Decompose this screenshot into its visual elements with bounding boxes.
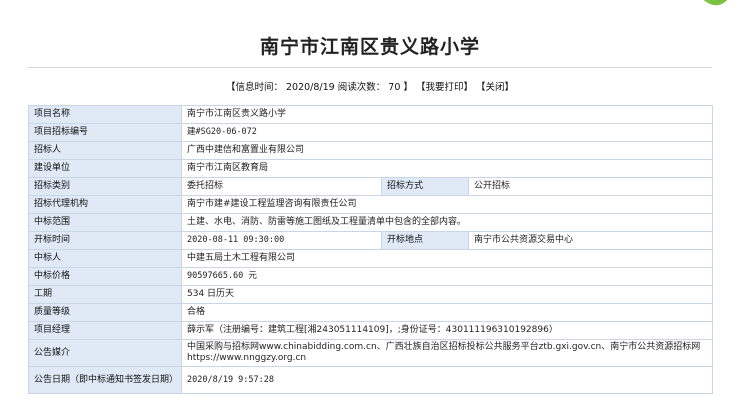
table-row: 招标类别 委托招标 招标方式 公开招标 xyxy=(28,177,713,196)
media-value: 中国采购与招标网www.chinabidding.com.cn、广西壮族自治区招… xyxy=(181,339,713,367)
construction-unit-value: 南宁市江南区教育局 xyxy=(181,159,713,178)
table-row: 公告日期（即中标通知书签发日期） 2020/8/19 9:57:28 xyxy=(28,366,713,394)
info-time-value: 2020/8/19 xyxy=(286,82,335,93)
tender-method-value: 公开招标 xyxy=(468,177,713,196)
table-row: 中标范围 土建、水电、消防、防雷等施工图纸及工程量清单中包含的全部内容。 xyxy=(28,213,713,232)
close-link[interactable]: 【关闭】 xyxy=(476,82,514,93)
project-code-label: 项目招标编号 xyxy=(28,123,182,142)
price-value: 90597665.60 元 xyxy=(181,267,713,286)
quality-label: 质量等级 xyxy=(28,303,182,322)
agency-value: 南宁市建#建设工程监理咨询有限责任公司 xyxy=(181,195,713,214)
title-divider xyxy=(28,67,712,68)
scope-value: 土建、水电、消防、防雷等施工图纸及工程量清单中包含的全部内容。 xyxy=(181,213,713,232)
tenderer-label: 招标人 xyxy=(28,141,182,160)
open-location-label: 开标地点 xyxy=(381,231,469,250)
info-time-label: 【信息时间： xyxy=(225,82,283,93)
winner-value: 中建五局土木工程有限公司 xyxy=(181,249,713,268)
open-location-value: 南宁市公共资源交易中心 xyxy=(468,231,713,250)
duration-value: 534 日历天 xyxy=(181,285,713,304)
meta-close-bracket: 】 xyxy=(403,82,413,93)
price-label: 中标价格 xyxy=(28,267,182,286)
info-meta-bar: 【信息时间： 2020/8/19 阅读次数： 70 】 【我要打印】 【关闭】 xyxy=(0,79,740,93)
table-row: 中标价格 90597665.60 元 xyxy=(28,267,713,286)
page-title: 南宁市江南区贵义路小学 xyxy=(259,36,480,58)
quality-value: 合格 xyxy=(181,303,713,322)
tender-type-value: 委托招标 xyxy=(181,177,382,196)
table-row: 公告媒介 中国采购与招标网www.chinabidding.com.cn、广西壮… xyxy=(28,339,713,367)
read-count-value: 70 xyxy=(388,82,401,93)
print-link[interactable]: 【我要打印】 xyxy=(416,82,473,93)
table-row: 项目经理 薛示军（注册编号：建筑工程[湘243051114109]，;身份证号：… xyxy=(28,321,713,340)
open-time-label: 开标时间 xyxy=(28,231,182,250)
duration-label: 工期 xyxy=(28,285,182,304)
winner-label: 中标人 xyxy=(28,249,182,268)
table-row: 工期 534 日历天 xyxy=(28,285,713,304)
scope-label: 中标范围 xyxy=(28,213,182,232)
project-name-value: 南宁市江南区贵义路小学 xyxy=(181,105,713,124)
table-row: 招标人 广西中建信和富置业有限公司 xyxy=(28,141,713,160)
table-row: 项目招标编号 建#SG20-06-072 xyxy=(28,123,713,142)
announce-date-value: 2020/8/19 9:57:28 xyxy=(181,366,713,394)
table-row: 开标时间 2020-08-11 09:30:00 开标地点 南宁市公共资源交易中… xyxy=(28,231,713,250)
open-time-value: 2020-08-11 09:30:00 xyxy=(181,231,382,250)
table-row: 质量等级 合格 xyxy=(28,303,713,322)
media-label: 公告媒介 xyxy=(28,339,182,367)
table-row: 招标代理机构 南宁市建#建设工程监理咨询有限责任公司 xyxy=(28,195,713,214)
project-code-value: 建#SG20-06-072 xyxy=(181,123,713,142)
read-count-label: 阅读次数： xyxy=(337,82,386,93)
tender-method-label: 招标方式 xyxy=(381,177,469,196)
announce-date-label: 公告日期（即中标通知书签发日期） xyxy=(28,366,182,394)
tenderer-value: 广西中建信和富置业有限公司 xyxy=(181,141,713,160)
table-row: 中标人 中建五局土木工程有限公司 xyxy=(28,249,713,268)
tender-type-label: 招标类别 xyxy=(28,177,182,196)
agency-label: 招标代理机构 xyxy=(28,195,182,214)
construction-unit-label: 建设单位 xyxy=(28,159,182,178)
manager-label: 项目经理 xyxy=(28,321,182,340)
leaf-icon xyxy=(703,0,728,5)
table-row: 项目名称 南宁市江南区贵义路小学 xyxy=(28,105,713,124)
table-row: 建设单位 南宁市江南区教育局 xyxy=(28,159,713,178)
bid-info-table: 项目名称 南宁市江南区贵义路小学 项目招标编号 建#SG20-06-072 招标… xyxy=(28,105,713,394)
manager-value: 薛示军（注册编号：建筑工程[湘243051114109]，;身份证号：43011… xyxy=(181,321,713,340)
project-name-label: 项目名称 xyxy=(28,105,182,124)
